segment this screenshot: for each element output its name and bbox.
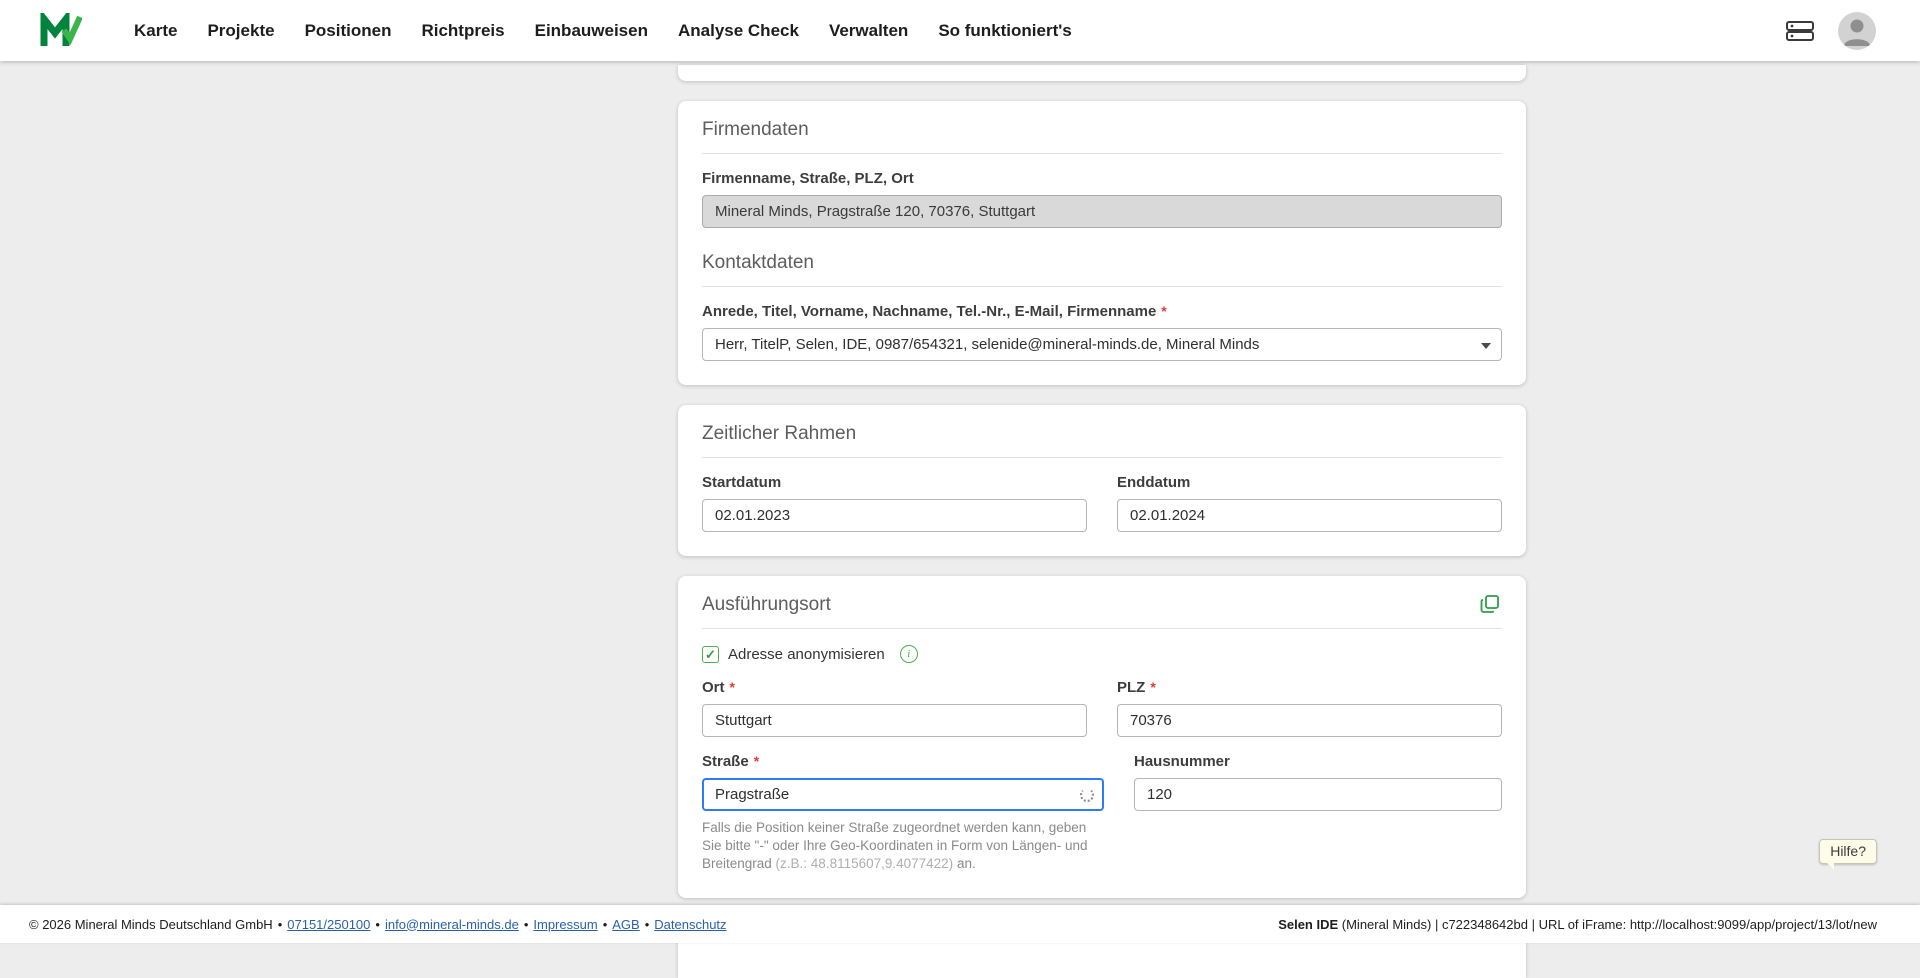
logo-m-icon bbox=[40, 13, 82, 49]
section-title-zeitlicher-rahmen: Zeitlicher Rahmen bbox=[702, 423, 1502, 458]
strasse-hint-text: Falls die Position keiner Straße zugeord… bbox=[702, 819, 1104, 874]
main-content: Firmendaten Firmenname, Straße, PLZ, Ort… bbox=[678, 61, 1526, 978]
footer-separator: • bbox=[375, 917, 380, 932]
plz-label: PLZ * bbox=[1117, 679, 1502, 696]
card-firmendaten: Firmendaten Firmenname, Straße, PLZ, Ort… bbox=[678, 101, 1526, 385]
nav-right-actions bbox=[1784, 12, 1876, 50]
section-title-kontaktdaten: Kontaktdaten bbox=[702, 252, 1502, 287]
footer-email-link[interactable]: info@mineral-minds.de bbox=[385, 917, 519, 932]
required-marker: * bbox=[730, 679, 735, 695]
startdatum-label: Startdatum bbox=[702, 474, 1087, 491]
section-title-ausfuehrungsort: Ausführungsort bbox=[702, 594, 1502, 629]
loading-spinner-icon bbox=[1080, 788, 1094, 802]
hausnummer-input[interactable] bbox=[1134, 778, 1502, 811]
strasse-label: Straße * bbox=[702, 753, 1104, 770]
server-icon[interactable] bbox=[1784, 18, 1816, 44]
info-icon[interactable] bbox=[900, 645, 918, 663]
user-avatar[interactable] bbox=[1838, 12, 1876, 50]
anonymize-checkbox[interactable]: ✓ bbox=[702, 646, 719, 663]
contact-field-label: Anrede, Titel, Vorname, Nachname, Tel.-N… bbox=[702, 303, 1502, 320]
nav-items: Karte Projekte Positionen Richtpreis Ein… bbox=[134, 21, 1072, 41]
footer-separator: • bbox=[645, 917, 650, 932]
copy-icon[interactable] bbox=[1478, 592, 1502, 616]
nav-item-so-funktionierts[interactable]: So funktioniert's bbox=[938, 21, 1071, 41]
section-title-firmendaten: Firmendaten bbox=[702, 119, 1502, 154]
card-zeitlicher-rahmen: Zeitlicher Rahmen Startdatum Enddatum bbox=[678, 405, 1526, 556]
top-navigation: Karte Projekte Positionen Richtpreis Ein… bbox=[0, 0, 1920, 61]
company-summary-field[interactable] bbox=[702, 195, 1502, 228]
nav-item-karte[interactable]: Karte bbox=[134, 21, 177, 41]
footer-phone-link[interactable]: 07151/250100 bbox=[287, 917, 370, 932]
footer-agb-link[interactable]: AGB bbox=[612, 917, 639, 932]
footer-impressum-link[interactable]: Impressum bbox=[533, 917, 597, 932]
nav-item-positionen[interactable]: Positionen bbox=[305, 21, 392, 41]
enddatum-input[interactable] bbox=[1117, 499, 1502, 532]
nav-item-einbauweisen[interactable]: Einbauweisen bbox=[535, 21, 648, 41]
plz-input[interactable] bbox=[1117, 704, 1502, 737]
footer-debug-info: Selen IDE (Mineral Minds) | c722348642bd… bbox=[1278, 917, 1877, 932]
hausnummer-label: Hausnummer bbox=[1134, 753, 1502, 770]
required-marker: * bbox=[754, 753, 759, 769]
nav-item-projekte[interactable]: Projekte bbox=[207, 21, 274, 41]
startdatum-input[interactable] bbox=[702, 499, 1087, 532]
required-marker: * bbox=[1161, 303, 1166, 319]
enddatum-label: Enddatum bbox=[1117, 474, 1502, 491]
contact-select[interactable]: Herr, TitelP, Selen, IDE, 0987/654321, s… bbox=[702, 328, 1502, 361]
nav-item-richtpreis[interactable]: Richtpreis bbox=[421, 21, 504, 41]
footer-separator: • bbox=[603, 917, 608, 932]
company-field-label: Firmenname, Straße, PLZ, Ort bbox=[702, 170, 1502, 187]
nav-item-analyse-check[interactable]: Analyse Check bbox=[678, 21, 799, 41]
ort-label: Ort * bbox=[702, 679, 1087, 696]
card-partial-top bbox=[678, 65, 1526, 81]
chevron-down-icon bbox=[1481, 343, 1491, 349]
footer-copyright: © 2026 Mineral Minds Deutschland GmbH bbox=[29, 917, 273, 932]
footer-separator: • bbox=[524, 917, 529, 932]
strasse-input[interactable] bbox=[702, 778, 1104, 811]
footer-separator: • bbox=[278, 917, 283, 932]
footer-datenschutz-link[interactable]: Datenschutz bbox=[654, 917, 726, 932]
ort-input[interactable] bbox=[702, 704, 1087, 737]
footer-user-ide: Selen IDE bbox=[1278, 917, 1338, 932]
anonymize-label: Adresse anonymisieren bbox=[728, 646, 885, 663]
required-marker: * bbox=[1150, 679, 1155, 695]
card-ausfuehrungsort: Ausführungsort ✓ Adresse anonymisieren O… bbox=[678, 576, 1526, 898]
footer: © 2026 Mineral Minds Deutschland GmbH • … bbox=[0, 905, 1920, 943]
help-button[interactable]: Hilfe? bbox=[1819, 839, 1877, 864]
mineral-minds-logo[interactable] bbox=[40, 13, 82, 49]
nav-item-verwalten[interactable]: Verwalten bbox=[829, 21, 908, 41]
footer-left: © 2026 Mineral Minds Deutschland GmbH • … bbox=[29, 917, 727, 932]
person-icon bbox=[1838, 12, 1876, 50]
